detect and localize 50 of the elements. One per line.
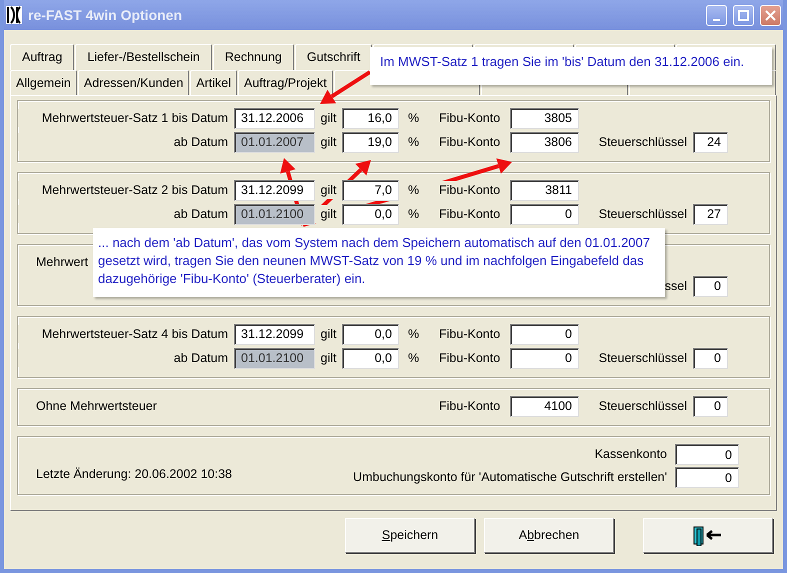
- tax-key-field[interactable]: 0: [693, 348, 728, 368]
- minimize-button[interactable]: [706, 4, 727, 26]
- minimize-icon: [713, 18, 720, 20]
- app-logo-icon: [6, 6, 22, 24]
- fibu-field[interactable]: 3811: [510, 180, 579, 200]
- fibu-field[interactable]: 3805: [510, 108, 579, 128]
- date-field[interactable]: 31.12.2099: [234, 180, 315, 200]
- tab[interactable]: Gutschrift: [294, 44, 372, 70]
- percent-field[interactable]: 0,0: [342, 348, 399, 368]
- close-button[interactable]: [760, 4, 781, 26]
- fibu-field[interactable]: 3806: [510, 132, 579, 152]
- tax-key-field[interactable]: 24: [693, 132, 728, 152]
- fibu-field[interactable]: 0: [510, 348, 579, 368]
- window-title: re-FAST 4win Optionen: [28, 6, 184, 25]
- maximize-button[interactable]: [733, 4, 754, 26]
- percent-sign: %: [399, 180, 439, 200]
- account-label: Umbuchungskonto für 'Automatische Gutschrift erstellen': [353, 469, 667, 486]
- exit-button[interactable]: [643, 518, 773, 553]
- tab[interactable]: Liefer-/Bestellschein: [75, 44, 212, 70]
- annotation-tooltip: Im MWST-Satz 1 tragen Sie im 'bis' Datum den 31.12.2006 ein.: [370, 47, 772, 85]
- tax-key-field[interactable]: 0: [693, 396, 728, 416]
- account-label: Kassenkonto: [594, 446, 667, 464]
- tab[interactable]: Auftrag/Projekt: [238, 70, 333, 95]
- date-field[interactable]: 31.12.2006: [234, 108, 315, 128]
- fibu-field[interactable]: 0: [510, 324, 579, 344]
- tab[interactable]: Rechnung: [212, 44, 294, 70]
- fibu-field[interactable]: 0: [510, 204, 579, 224]
- fibu-field[interactable]: 4100: [510, 396, 579, 416]
- text-button[interactable]: Abbrechen: [484, 518, 614, 553]
- tab[interactable]: Allgemein: [10, 70, 77, 95]
- percent-field[interactable]: 0,0: [342, 204, 399, 224]
- tab[interactable]: Artikel: [190, 70, 238, 95]
- text-button[interactable]: Speichern: [345, 518, 475, 553]
- percent-field[interactable]: 0,0: [342, 324, 399, 344]
- exit-door-icon: [693, 526, 723, 546]
- last-change-text: Letzte Änderung: 20.06.2002 10:38: [36, 466, 232, 484]
- account-field[interactable]: 0: [675, 444, 739, 465]
- maximize-icon: [738, 10, 749, 20]
- tax-key-field[interactable]: 0: [693, 276, 728, 296]
- tab[interactable]: Auftrag: [10, 44, 74, 70]
- annotation-tooltip: ... nach dem 'ab Datum', das vom System nach dem Speichern automatisch auf den 01.01.2007 gesetzt wird, tragen Sie den neunen MWST-Satz von 19 % und im nachfolgen Eingabefeld das dazugehörige 'Fibu-Konto' (Steuerberater) ein.: [93, 228, 665, 297]
- account-field[interactable]: 0: [675, 467, 739, 488]
- percent-field[interactable]: 16,0: [342, 108, 399, 128]
- percent-field[interactable]: 19,0: [342, 132, 399, 152]
- gilt-label: gilt: [315, 204, 342, 224]
- close-icon: [765, 10, 776, 20]
- tax-key-field[interactable]: 27: [693, 204, 728, 224]
- percent-field[interactable]: 7,0: [342, 180, 399, 200]
- tab[interactable]: Adressen/Kunden: [78, 70, 190, 95]
- date-field[interactable]: 31.12.2099: [234, 324, 315, 344]
